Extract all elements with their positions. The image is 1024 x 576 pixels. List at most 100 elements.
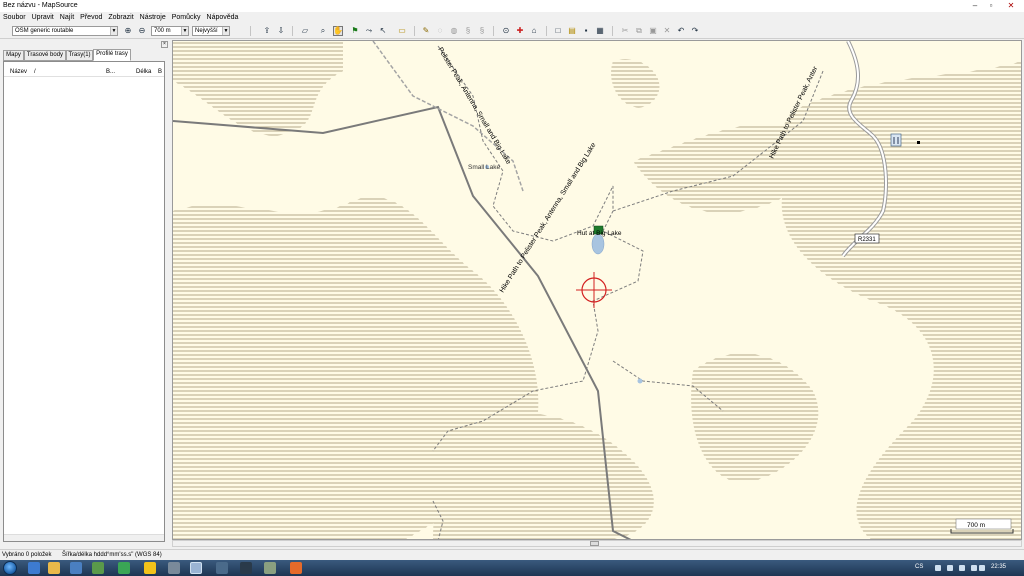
zoom-out-icon[interactable]: ⊖ [137,26,147,36]
volume-icon[interactable] [979,565,985,571]
menu-zobrazit[interactable]: Zobrazit [108,14,133,21]
redo-icon[interactable]: ↷ [690,26,700,36]
menu-prevod[interactable]: Převod [80,14,102,21]
toolbar-separator [612,26,613,36]
waypoint-tool-icon[interactable]: ⚑ [350,26,360,36]
minimize-icon[interactable]: – [968,0,982,10]
language-indicator[interactable]: CS [915,564,923,570]
status-selection: Vybráno 0 položek [2,552,52,558]
zoom-tool-icon[interactable]: ⌕ [318,26,328,36]
maximize-icon[interactable]: ▫ [984,0,998,10]
tab-track-profiles[interactable]: Profilé trasy [93,49,131,61]
track-list[interactable]: Název / B... Délka B [3,61,165,542]
menu-nastroje[interactable]: Nástroje [140,14,166,21]
column-length[interactable]: Délka [136,69,151,75]
label-scale: 700 m [967,522,985,529]
menu-najit[interactable]: Najít [60,14,74,21]
label-road-shield: R2331 [858,237,876,243]
detail-level-value: Nejvyšší [195,28,218,34]
menu-pomucky[interactable]: Pomůcky [172,14,201,21]
find-address-icon[interactable]: ✚ [515,26,525,36]
detail-level-select[interactable]: Nejvyšší ▼ [192,26,230,36]
taskbar-app-icon[interactable] [70,562,82,574]
find-icon[interactable]: ⊙ [501,26,511,36]
tray-icon[interactable] [947,565,953,571]
tab-waypoints[interactable]: Trasové body [24,50,66,61]
receive-from-device-icon[interactable]: ⇩ [276,26,286,36]
toolbar-separator [546,26,547,36]
status-coords-format: Šířka/délka hddd°mm'ss.s" (WGS 84) [62,552,162,558]
track-tool-icon[interactable]: ◌ [435,26,445,36]
taskbar-app-icon[interactable] [168,562,180,574]
copy-icon[interactable]: ⧉ [634,26,644,36]
toolbar-separator [414,26,415,36]
map-view[interactable]: Pelister Peak, Antenna, Small and Big La… [172,40,1022,540]
close-icon[interactable]: ✕ [1000,0,1022,10]
big-lake[interactable] [591,233,605,255]
track-join-icon[interactable]: § [463,26,473,36]
undo-icon[interactable]: ↶ [676,26,686,36]
column-name[interactable]: Název [10,69,27,75]
print-icon[interactable]: ▦ [595,26,605,36]
save-file-icon[interactable]: ▪ [581,26,591,36]
zoom-in-icon[interactable]: ⊕ [123,26,133,36]
taskbar-app-icon[interactable] [216,562,228,574]
taskbar-firefox-icon[interactable] [290,562,302,574]
clock[interactable]: 22:35 [991,564,1006,570]
toolbar-separator [292,26,293,36]
taskbar-warning-icon[interactable] [144,562,156,574]
label-small-lake: Small Lake [468,164,501,171]
column-b[interactable]: B... [106,69,115,75]
new-file-icon[interactable]: □ [553,26,563,36]
map-canvas[interactable]: Pelister Peak, Antenna, Small and Big La… [173,41,1022,540]
tray-icon[interactable] [935,565,941,571]
label-hut: Hut at Big Lake [577,230,622,237]
taskbar-app-icon[interactable] [92,562,104,574]
restaurant-icon[interactable] [890,133,902,147]
find-places-icon[interactable]: ✎ [421,26,431,36]
tab-routes[interactable]: Trasy(1) [66,50,93,61]
close-panel-icon[interactable]: × [161,41,168,48]
cut-icon[interactable]: ✂ [620,26,630,36]
column-b2[interactable]: B [158,69,162,75]
taskbar-mapsource-icon[interactable] [190,562,202,574]
hand-tool-icon[interactable]: ✋ [333,26,343,36]
menu-napoveda[interactable]: Nápověda [207,14,239,21]
list-header: Název / B... Délka B [4,67,164,77]
scrollbar-thumb[interactable] [590,541,599,546]
route-tool-icon[interactable]: ⤳ [364,26,374,36]
track-split-icon[interactable]: ◍ [449,26,459,36]
taskbar-app-icon[interactable] [264,562,276,574]
open-file-icon[interactable]: ▤ [567,26,577,36]
toolbar-separator [250,26,251,36]
taskbar-app-icon[interactable] [240,562,252,574]
list-horizontal-scrollbar[interactable] [4,534,164,541]
map-product-select[interactable]: OSM generic routable ▼ [12,26,118,36]
menu-upravit[interactable]: Upravit [32,14,54,21]
tab-maps[interactable]: Mapy [3,50,24,61]
delete-icon[interactable]: ✕ [662,26,672,36]
paste-icon[interactable]: ▣ [648,26,658,36]
window-title: Bez názvu - MapSource [3,2,78,9]
taskbar-app-icon[interactable] [28,562,40,574]
send-to-device-icon[interactable]: ⇪ [262,26,272,36]
track-filter-icon[interactable]: § [477,26,487,36]
network-icon[interactable] [971,565,977,571]
map-select-icon[interactable]: ▱ [300,26,310,36]
pond [637,378,643,384]
taskbar-explorer-icon[interactable] [48,562,60,574]
selection-tool-icon[interactable]: ↖ [378,26,388,36]
chevron-down-icon: ▼ [181,27,188,35]
map-horizontal-scrollbar[interactable] [172,540,1022,547]
zoom-scale-select[interactable]: 700 m ▼ [151,26,189,36]
chevron-down-icon: ▼ [222,27,229,35]
menu-soubor[interactable]: Soubor [3,14,26,21]
column-sort-indicator: / [34,69,36,75]
find-recent-icon[interactable]: ⌂ [529,26,539,36]
distance-tool-icon[interactable]: ▭ [397,26,407,36]
taskbar: CS 22:35 [0,560,1024,576]
map-product-value: OSM generic routable [15,28,74,34]
start-button[interactable] [3,561,17,575]
tray-icon[interactable] [959,565,965,571]
taskbar-app-icon[interactable] [118,562,130,574]
